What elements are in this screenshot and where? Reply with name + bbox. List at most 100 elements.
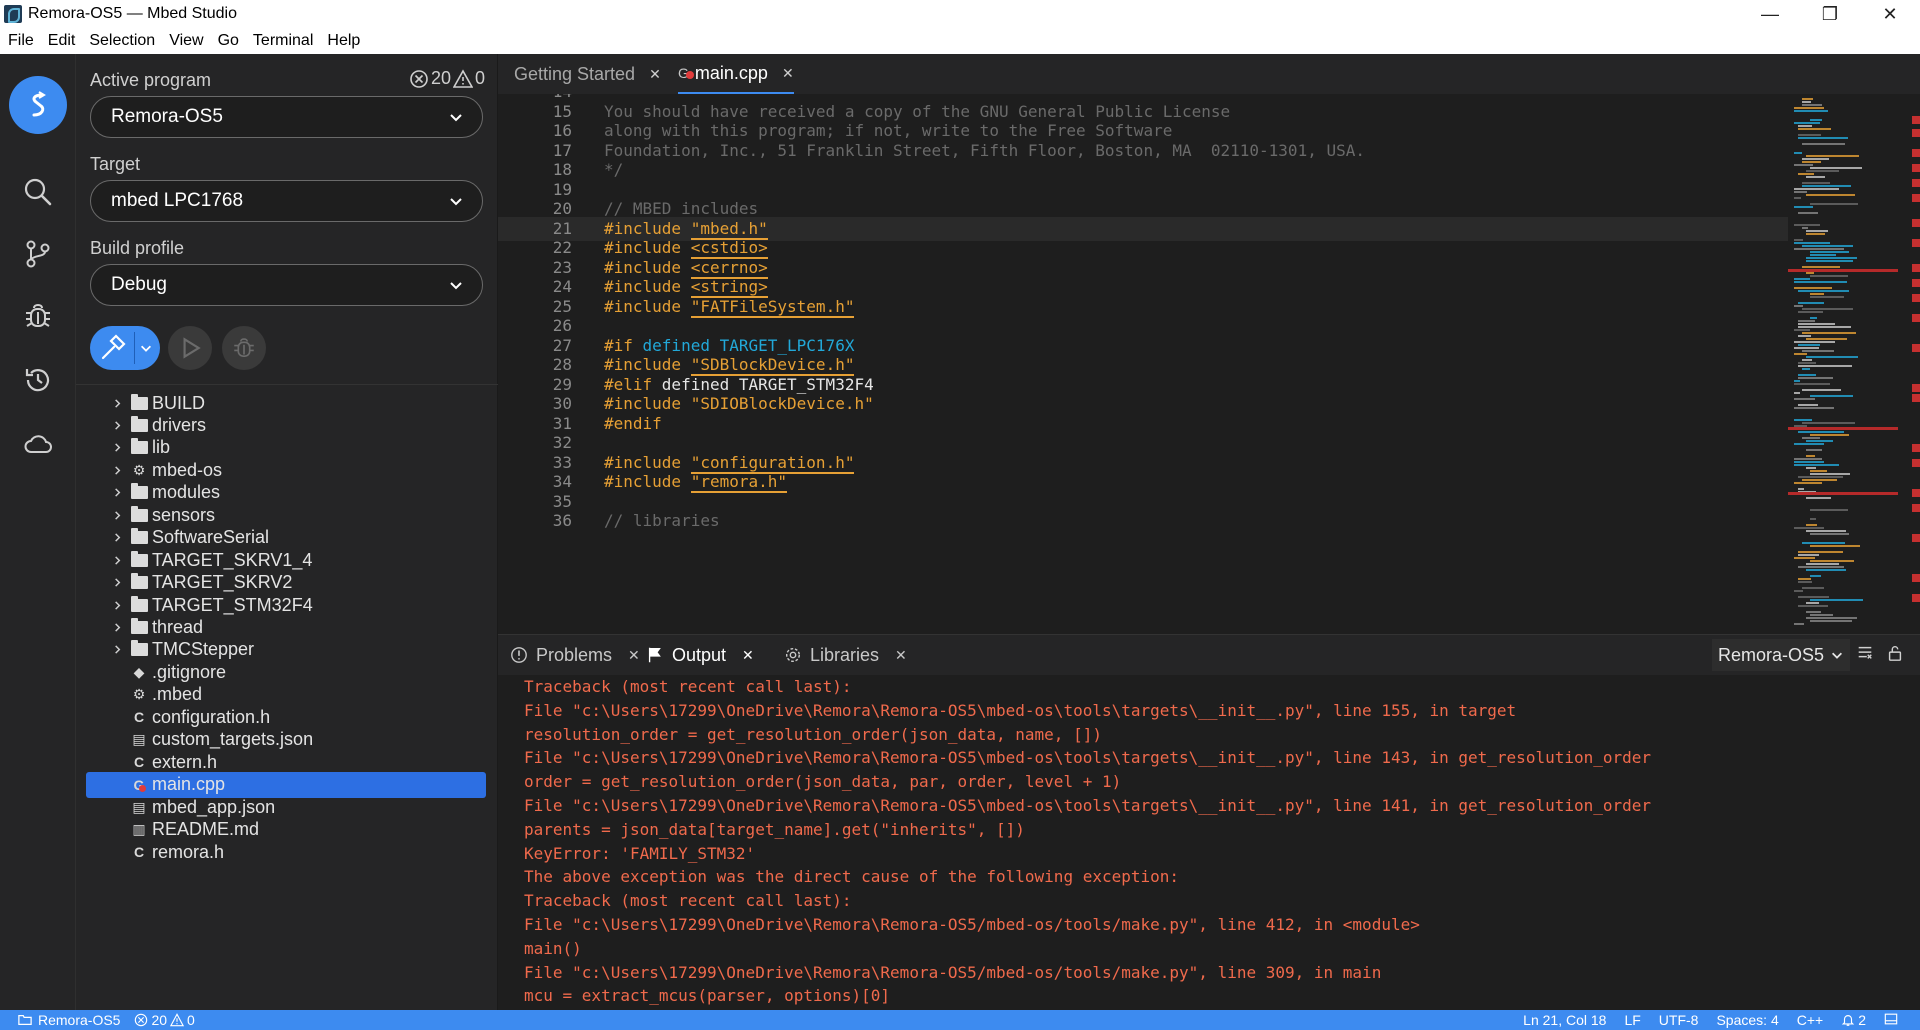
chevron-right-icon[interactable] [108,465,126,476]
folder-icon [130,640,148,658]
mbed-explorer-button[interactable] [0,70,76,140]
editor-scrollbar[interactable] [1910,94,1920,634]
status-problems[interactable]: 20 0 [134,1012,195,1028]
tab-main-cpp[interactable]: G main.cpp ✕ [678,54,794,94]
chevron-down-icon[interactable] [139,341,153,355]
minimap-line [1798,137,1848,139]
status-notifications[interactable]: 2 [1841,1012,1866,1028]
folder-icon [130,483,148,501]
close-tab-icon[interactable]: ✕ [782,65,794,82]
error-count: 20 [430,68,451,88]
menu-go[interactable]: Go [211,32,246,50]
cloud-view-button[interactable] [0,414,76,474]
tab-problems[interactable]: Problems ✕ [510,635,640,675]
scrollbar-error-marker [1912,394,1920,402]
active-program-select[interactable]: Remora-OS5 [90,96,483,138]
close-tab-icon[interactable]: ✕ [649,66,661,83]
folder-icon [18,1015,32,1025]
minimap-line [1802,227,1808,229]
chevron-right-icon[interactable] [108,510,126,521]
scrollbar-error-marker [1912,149,1920,157]
tree-item[interactable]: Cremora.h [86,839,486,865]
menu-selection[interactable]: Selection [82,32,162,50]
folder-icon [130,528,148,546]
tab-label: Getting Started [514,63,636,84]
flag-icon [648,647,661,663]
menu-help[interactable]: Help [320,32,367,50]
tree-item-label: drivers [152,414,207,435]
minimap-line [1806,524,1817,526]
scrollbar-error-marker [1912,164,1920,172]
debug-view-button[interactable] [0,286,76,346]
chevron-right-icon[interactable] [108,398,126,409]
close-tab-icon[interactable]: ✕ [895,647,907,664]
run-button[interactable] [168,326,212,370]
output-log[interactable]: Traceback (most recent call last): File "… [524,675,1904,1005]
lock-icon[interactable] [1886,643,1904,663]
scrollbar-error-marker [1912,384,1920,392]
target-value: mbed LPC1768 [111,190,244,211]
status-indentation[interactable]: Spaces: 4 [1716,1012,1778,1028]
minimap-error-highlight [1788,492,1898,495]
menu-terminal[interactable]: Terminal [246,32,320,50]
history-view-button[interactable] [0,350,76,410]
source-control-button[interactable] [0,224,76,284]
maximize-button[interactable]: ❐ [1800,0,1860,28]
status-cursor-position[interactable]: Ln 21, Col 18 [1523,1012,1606,1028]
minimap-line [1802,359,1812,361]
clear-output-icon[interactable] [1856,643,1874,663]
chevron-right-icon[interactable] [108,600,126,611]
close-window-button[interactable]: ✕ [1860,0,1920,28]
chevron-right-icon[interactable] [108,420,126,431]
output-line: Traceback (most recent call last): [524,891,852,911]
search-view-button[interactable] [0,162,76,222]
menu-file[interactable]: File [0,32,41,50]
chevron-right-icon[interactable] [108,622,126,633]
close-tab-icon[interactable]: ✕ [742,647,754,664]
build-button[interactable] [90,326,160,370]
chevron-right-icon[interactable] [108,442,126,453]
tab-getting-started[interactable]: Getting Started ✕ [514,54,661,94]
target-select[interactable]: mbed LPC1768 [90,180,483,222]
status-program[interactable]: Remora-OS5 [18,1012,120,1028]
minimap-line [1806,260,1853,262]
minimap-line [1806,455,1815,457]
minimap-line [1806,155,1859,157]
code-editor[interactable]: 36// libraries 35 34 #include "remora.h" 33 #… [498,94,1920,634]
status-language[interactable]: C++ [1797,1012,1823,1028]
folder-icon [130,438,148,456]
minimap-line [1798,212,1818,214]
status-eol[interactable]: LF [1624,1012,1640,1028]
menu-view[interactable]: View [162,32,210,50]
tab-libraries[interactable]: Libraries ✕ [784,635,907,675]
minimize-button[interactable]: — [1740,0,1800,28]
chevron-right-icon[interactable] [108,555,126,566]
status-encoding[interactable]: UTF-8 [1659,1012,1699,1028]
chevron-right-icon[interactable] [108,487,126,498]
tree-item-label: TMCStepper [152,639,255,660]
build-profile-select[interactable]: Debug [90,264,483,306]
menu-edit[interactable]: Edit [41,32,83,50]
minimap-line [1798,365,1852,367]
git-file-icon: ◆ [133,663,145,680]
chevron-right-icon[interactable] [108,577,126,588]
tab-output[interactable]: Output ✕ [646,635,754,675]
output-line: Traceback (most recent call last): [524,677,852,696]
problem-counter[interactable]: 20 0 [409,68,485,89]
debug-button[interactable] [222,326,266,370]
code-token: defined TARGET_STM32F4 [661,374,874,394]
cloud-icon [24,435,52,453]
minimap-line [1794,407,1834,409]
code-line[interactable]: 14 [498,94,1788,104]
status-layout-toggle[interactable] [1884,1012,1898,1029]
chevron-down-icon [1832,652,1843,659]
chevron-right-icon[interactable] [108,532,126,543]
minimap-line [1794,152,1802,154]
chevron-right-icon[interactable] [108,644,126,655]
output-line: File "c:\Users\17299\OneDrive\Remora\Rem… [524,962,1382,982]
code-token: #include [604,355,691,374]
close-tab-icon[interactable]: ✕ [628,647,640,664]
minimap[interactable] [1788,94,1898,634]
output-channel-select[interactable]: Remora-OS5 [1712,639,1851,671]
tree-item-label: TARGET_SKRV2 [152,572,293,593]
